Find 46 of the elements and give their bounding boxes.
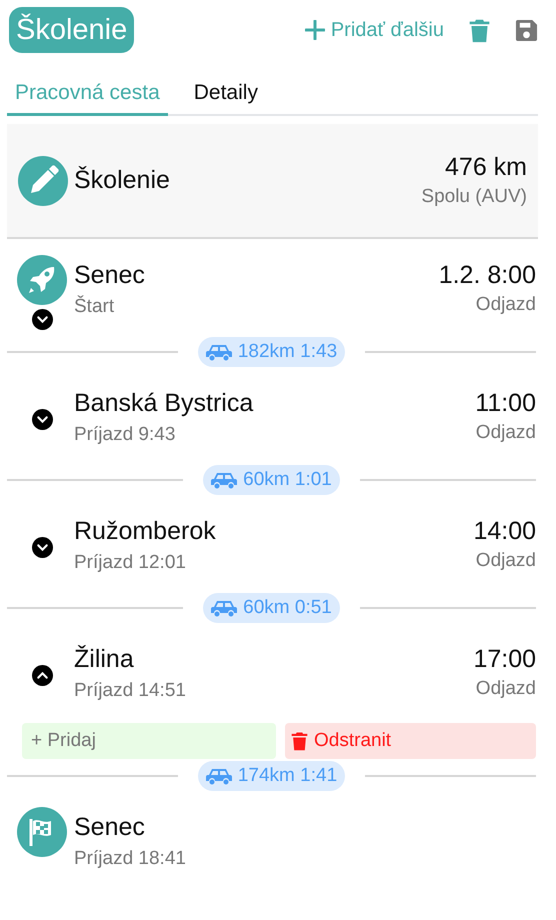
stop-name: Banská Bystrica <box>74 389 254 418</box>
tab[interactable]: Pracovná cesta <box>7 81 168 116</box>
stop-name: Žilina <box>74 645 135 674</box>
departure-label: Odjazd <box>475 422 536 444</box>
leg-badge: 60km 0:51 <box>203 593 340 623</box>
stop-note: Príjazd 18:41 <box>74 848 186 870</box>
car-icon <box>211 471 238 489</box>
tab[interactable]: Detaily <box>186 81 266 116</box>
distance-note: Spolu (AUV) <box>421 186 527 208</box>
collapse-icon[interactable] <box>32 665 52 686</box>
expand-icon[interactable] <box>32 537 52 558</box>
trash-icon[interactable] <box>468 18 491 42</box>
total-distance: 476 km <box>444 153 527 182</box>
car-icon <box>206 767 232 785</box>
plus-icon <box>304 20 325 40</box>
departure-time: 14:00 <box>473 517 536 546</box>
departure-time: 11:00 <box>475 389 536 418</box>
car-icon <box>211 599 238 617</box>
stop-name: Senec <box>74 813 146 842</box>
stop-note: Príjazd 12:01 <box>74 552 187 574</box>
save-icon[interactable] <box>515 18 538 42</box>
remove-stop-button[interactable]: Odstranit <box>285 723 536 759</box>
leg-badge: 60km 1:01 <box>203 465 340 495</box>
stop-name: Senec <box>74 261 145 290</box>
expand-icon[interactable] <box>32 309 52 330</box>
departure-label: Odjazd <box>474 294 536 316</box>
pencil-icon[interactable] <box>18 156 68 206</box>
trip-title: Školenie <box>9 7 134 53</box>
departure-label: Odjazd <box>474 550 536 572</box>
leg-badge: 174km 1:41 <box>198 761 346 791</box>
checkered-flag-icon <box>17 807 67 857</box>
stop-note: Príjazd 9:43 <box>74 424 176 446</box>
trash-icon <box>291 731 308 751</box>
departure-time: 17:00 <box>473 645 536 674</box>
stop-name: Ružomberok <box>74 517 216 546</box>
add-another-button[interactable]: Pridať ďalšiu <box>304 18 444 42</box>
rocket-icon <box>17 255 67 305</box>
car-icon <box>206 343 232 361</box>
departure-time: 1.2. 8:00 <box>438 261 536 290</box>
stop-note: Štart <box>74 296 116 318</box>
expand-icon[interactable] <box>32 409 52 430</box>
departure-label: Odjazd <box>474 678 536 700</box>
stop-note: Príjazd 14:51 <box>74 680 186 702</box>
add-stop-button[interactable]: + Pridaj <box>22 723 276 759</box>
leg-badge: 182km 1:43 <box>198 337 346 367</box>
trip-name: Školenie <box>74 166 171 195</box>
